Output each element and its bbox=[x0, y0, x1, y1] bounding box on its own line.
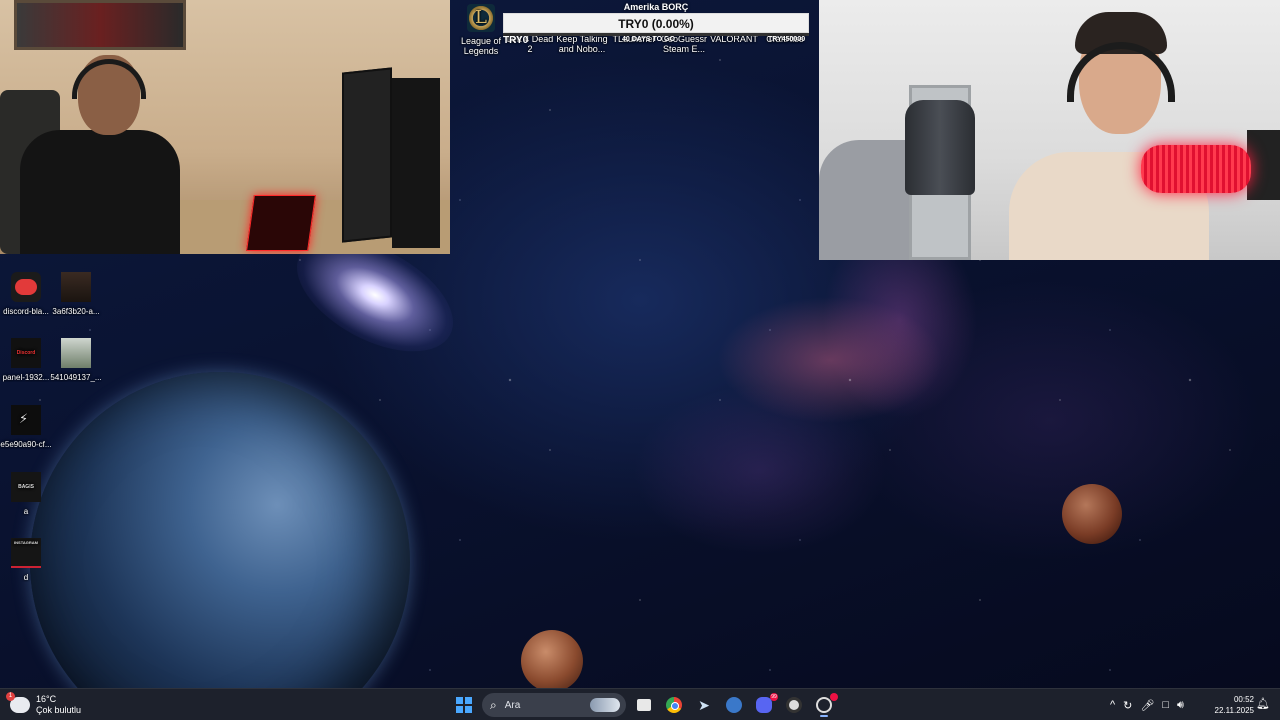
task-view-icon bbox=[637, 699, 651, 711]
icon-label: League of bbox=[460, 36, 502, 46]
clock-time: 00:52 bbox=[1233, 695, 1254, 704]
monitor bbox=[342, 67, 392, 243]
bagis-thumb: BAGIS bbox=[11, 472, 41, 502]
planet-small-bottom bbox=[521, 630, 583, 688]
taskbar-discord[interactable]: 99 bbox=[752, 693, 778, 717]
taskbar-chrome[interactable] bbox=[662, 693, 686, 717]
sync-icon[interactable]: ↻ bbox=[1123, 699, 1132, 712]
dark-thumb bbox=[11, 405, 41, 435]
rgb-keyboard bbox=[246, 195, 316, 251]
app-icon bbox=[726, 697, 742, 713]
clock-date: 22.11.2025 bbox=[1214, 706, 1254, 715]
chrome-icon bbox=[666, 697, 682, 713]
tracker-current: TRY0 bbox=[503, 35, 529, 46]
tracker-goal: TRY450000 bbox=[768, 36, 806, 43]
obs-icon bbox=[786, 697, 802, 713]
icon-label: Steam E... bbox=[662, 44, 706, 54]
tracker-days-left: 40 DAYS TO GO bbox=[622, 36, 675, 43]
webcam-right bbox=[819, 0, 1280, 260]
streamer-right bbox=[1009, 12, 1209, 260]
search-highlight-image bbox=[590, 698, 620, 712]
taskbar-search[interactable]: ⌕ Ara bbox=[482, 693, 626, 717]
chevron-up-icon[interactable]: ^ bbox=[1110, 699, 1115, 711]
weather-temperature: 16°C bbox=[36, 694, 57, 704]
icon-label: panel-1932... bbox=[2, 373, 50, 382]
tracker-title: Amerika BORÇ bbox=[623, 2, 689, 12]
desktop-icon-league-of-legends[interactable]: L League of Legends bbox=[455, 4, 507, 56]
desktop-icon-3a6f3b20[interactable]: 3a6f3b20-a... bbox=[50, 272, 102, 316]
icon-label: Legends bbox=[463, 46, 499, 56]
steam-icon: ➤ bbox=[698, 697, 710, 713]
icon-label: and Nobo... bbox=[558, 44, 606, 54]
cloud-icon: 1 bbox=[6, 692, 30, 713]
taskbar-task-view[interactable] bbox=[632, 693, 656, 717]
photo-thumb bbox=[61, 272, 91, 302]
discord-thumb bbox=[11, 272, 41, 302]
monitor-second bbox=[392, 78, 440, 248]
icon-label: e5e90a90-cf... bbox=[0, 440, 52, 449]
webcam-left bbox=[0, 0, 450, 254]
mic-arm bbox=[1247, 130, 1280, 200]
weather-widget[interactable]: 1 16°C Çok bulutlu bbox=[6, 692, 81, 717]
microphone-tray-icon[interactable]: 🎤︎ bbox=[1140, 699, 1154, 712]
weather-text: 16°C Çok bulutlu bbox=[36, 694, 81, 716]
desktop-icon-e5e90a90[interactable]: e5e90a90-cf... bbox=[0, 405, 52, 449]
taskbar: 1 16°C Çok bulutlu ⌕ Ara ➤ 99 ^ ↻ 🎤︎ □ 🔊… bbox=[0, 688, 1280, 720]
instagram-thumb: INSTAGRAM bbox=[11, 538, 41, 568]
recorder-icon bbox=[816, 697, 832, 713]
taskbar-obs[interactable] bbox=[782, 693, 806, 717]
desktop-icon-541049137[interactable]: 541049137_... bbox=[50, 338, 102, 382]
taskbar-app[interactable] bbox=[722, 693, 746, 717]
search-placeholder: Ara bbox=[504, 699, 521, 711]
taskbar-steam[interactable]: ➤ bbox=[692, 693, 716, 717]
windows-icon bbox=[456, 697, 472, 713]
taskbar-recorder[interactable] bbox=[812, 693, 838, 717]
taskbar-apps: ⌕ Ara ➤ 99 bbox=[452, 692, 838, 718]
microphone-icon bbox=[1141, 145, 1251, 193]
icon-label: 3a6f3b20-a... bbox=[52, 307, 100, 316]
coats bbox=[905, 100, 975, 195]
weather-badge: 1 bbox=[6, 692, 15, 701]
system-tray: ^ ↻ 🎤︎ □ 🔊︎ bbox=[1110, 693, 1184, 717]
car-poster bbox=[14, 0, 186, 50]
tracker-amount: TRY0 (0.00%) bbox=[503, 13, 809, 33]
recording-dot bbox=[830, 693, 838, 701]
start-button[interactable] bbox=[452, 693, 476, 717]
desktop-icon-d[interactable]: INSTAGRAM d bbox=[0, 538, 52, 582]
planet-small-right bbox=[1062, 484, 1122, 544]
search-icon: ⌕ bbox=[490, 697, 497, 712]
notification-bell-icon[interactable]: 🔔︎ bbox=[1256, 697, 1270, 710]
active-indicator bbox=[820, 715, 828, 717]
streamer-left bbox=[20, 55, 180, 254]
desktop-icon-panel[interactable]: Discord panel-1932... bbox=[0, 338, 52, 382]
panel-thumb: Discord bbox=[11, 338, 41, 368]
discord-badge: 99 bbox=[770, 693, 778, 701]
volume-icon[interactable]: 🔊︎ bbox=[1177, 699, 1184, 712]
league-of-legends-icon: L bbox=[467, 4, 495, 32]
icon-label: discord-bla... bbox=[3, 307, 49, 316]
headset-icon bbox=[72, 59, 146, 99]
desktop-icon-keep-talking[interactable]: Keep Talking and Nobo... bbox=[556, 34, 608, 54]
desktop-icon-a[interactable]: BAGIS a bbox=[0, 472, 52, 516]
discord-icon bbox=[756, 697, 772, 713]
icon-label: a bbox=[23, 507, 29, 516]
network-icon[interactable]: □ bbox=[1162, 699, 1169, 711]
desktop-icon-discord-bla[interactable]: discord-bla... bbox=[0, 272, 52, 316]
icon-label: 541049137_... bbox=[50, 373, 102, 382]
person-thumb bbox=[61, 338, 91, 368]
weather-condition: Çok bulutlu bbox=[36, 705, 82, 715]
icon-label: d bbox=[23, 573, 29, 582]
taskbar-clock[interactable]: 00:52 22.11.2025 bbox=[1206, 694, 1254, 716]
